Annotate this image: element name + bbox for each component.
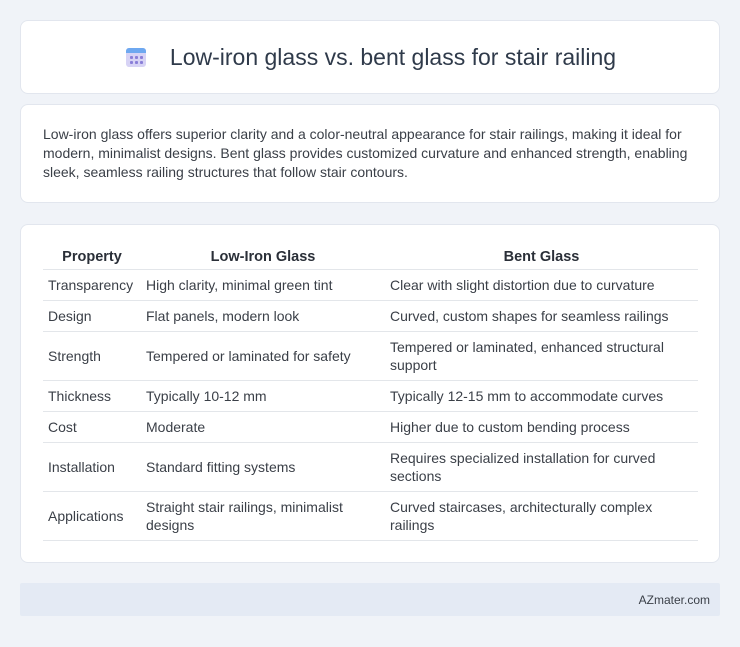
header-low-iron-glass: Low-Iron Glass — [141, 245, 385, 270]
header-property: Property — [43, 245, 141, 270]
table-row: Thickness Typically 10-12 mm Typically 1… — [43, 380, 698, 412]
table-header-row: Property Low-Iron Glass Bent Glass — [43, 245, 698, 270]
low-iron-cell: Typically 10-12 mm — [141, 380, 385, 412]
low-iron-cell: Tempered or laminated for safety — [141, 331, 385, 381]
row-label: Strength — [43, 331, 141, 381]
bent-glass-cell: Curved staircases, architecturally compl… — [385, 491, 698, 541]
table-row: Transparency High clarity, minimal green… — [43, 269, 698, 301]
bent-glass-cell: Tempered or laminated, enhanced structur… — [385, 331, 698, 381]
comparison-table: Property Low-Iron Glass Bent Glass Trans… — [43, 245, 698, 541]
bent-glass-cell: Requires specialized installation for cu… — [385, 442, 698, 492]
row-label: Design — [43, 300, 141, 332]
calendar-icon — [124, 45, 148, 69]
row-label: Transparency — [43, 269, 141, 301]
low-iron-cell: Flat panels, modern look — [141, 300, 385, 332]
intro-text: Low-iron glass offers superior clarity a… — [43, 126, 688, 180]
title-card: Low-iron glass vs. bent glass for stair … — [20, 20, 720, 94]
bent-glass-cell: Curved, custom shapes for seamless raili… — [385, 300, 698, 332]
bent-glass-cell: Higher due to custom bending process — [385, 411, 698, 443]
bent-glass-cell: Clear with slight distortion due to curv… — [385, 269, 698, 301]
row-label: Applications — [43, 491, 141, 541]
table-row: Cost Moderate Higher due to custom bendi… — [43, 411, 698, 443]
comparison-card: Property Low-Iron Glass Bent Glass Trans… — [20, 224, 720, 563]
table-row: Installation Standard fitting systems Re… — [43, 442, 698, 492]
low-iron-cell: High clarity, minimal green tint — [141, 269, 385, 301]
table-row: Strength Tempered or laminated for safet… — [43, 331, 698, 381]
low-iron-cell: Straight stair railings, minimalist desi… — [141, 491, 385, 541]
footer: AZmater.com — [20, 583, 720, 616]
table-row: Applications Straight stair railings, mi… — [43, 491, 698, 541]
bent-glass-cell: Typically 12-15 mm to accommodate curves — [385, 380, 698, 412]
page-title: Low-iron glass vs. bent glass for stair … — [169, 43, 617, 70]
footer-brand: AZmater.com — [638, 592, 710, 607]
intro-card: Low-iron glass offers superior clarity a… — [20, 104, 720, 203]
table-row: Design Flat panels, modern look Curved, … — [43, 300, 698, 332]
low-iron-cell: Moderate — [141, 411, 385, 443]
row-label: Installation — [43, 442, 141, 492]
header-bent-glass: Bent Glass — [385, 245, 698, 270]
row-label: Thickness — [43, 380, 141, 412]
low-iron-cell: Standard fitting systems — [141, 442, 385, 492]
row-label: Cost — [43, 411, 141, 443]
